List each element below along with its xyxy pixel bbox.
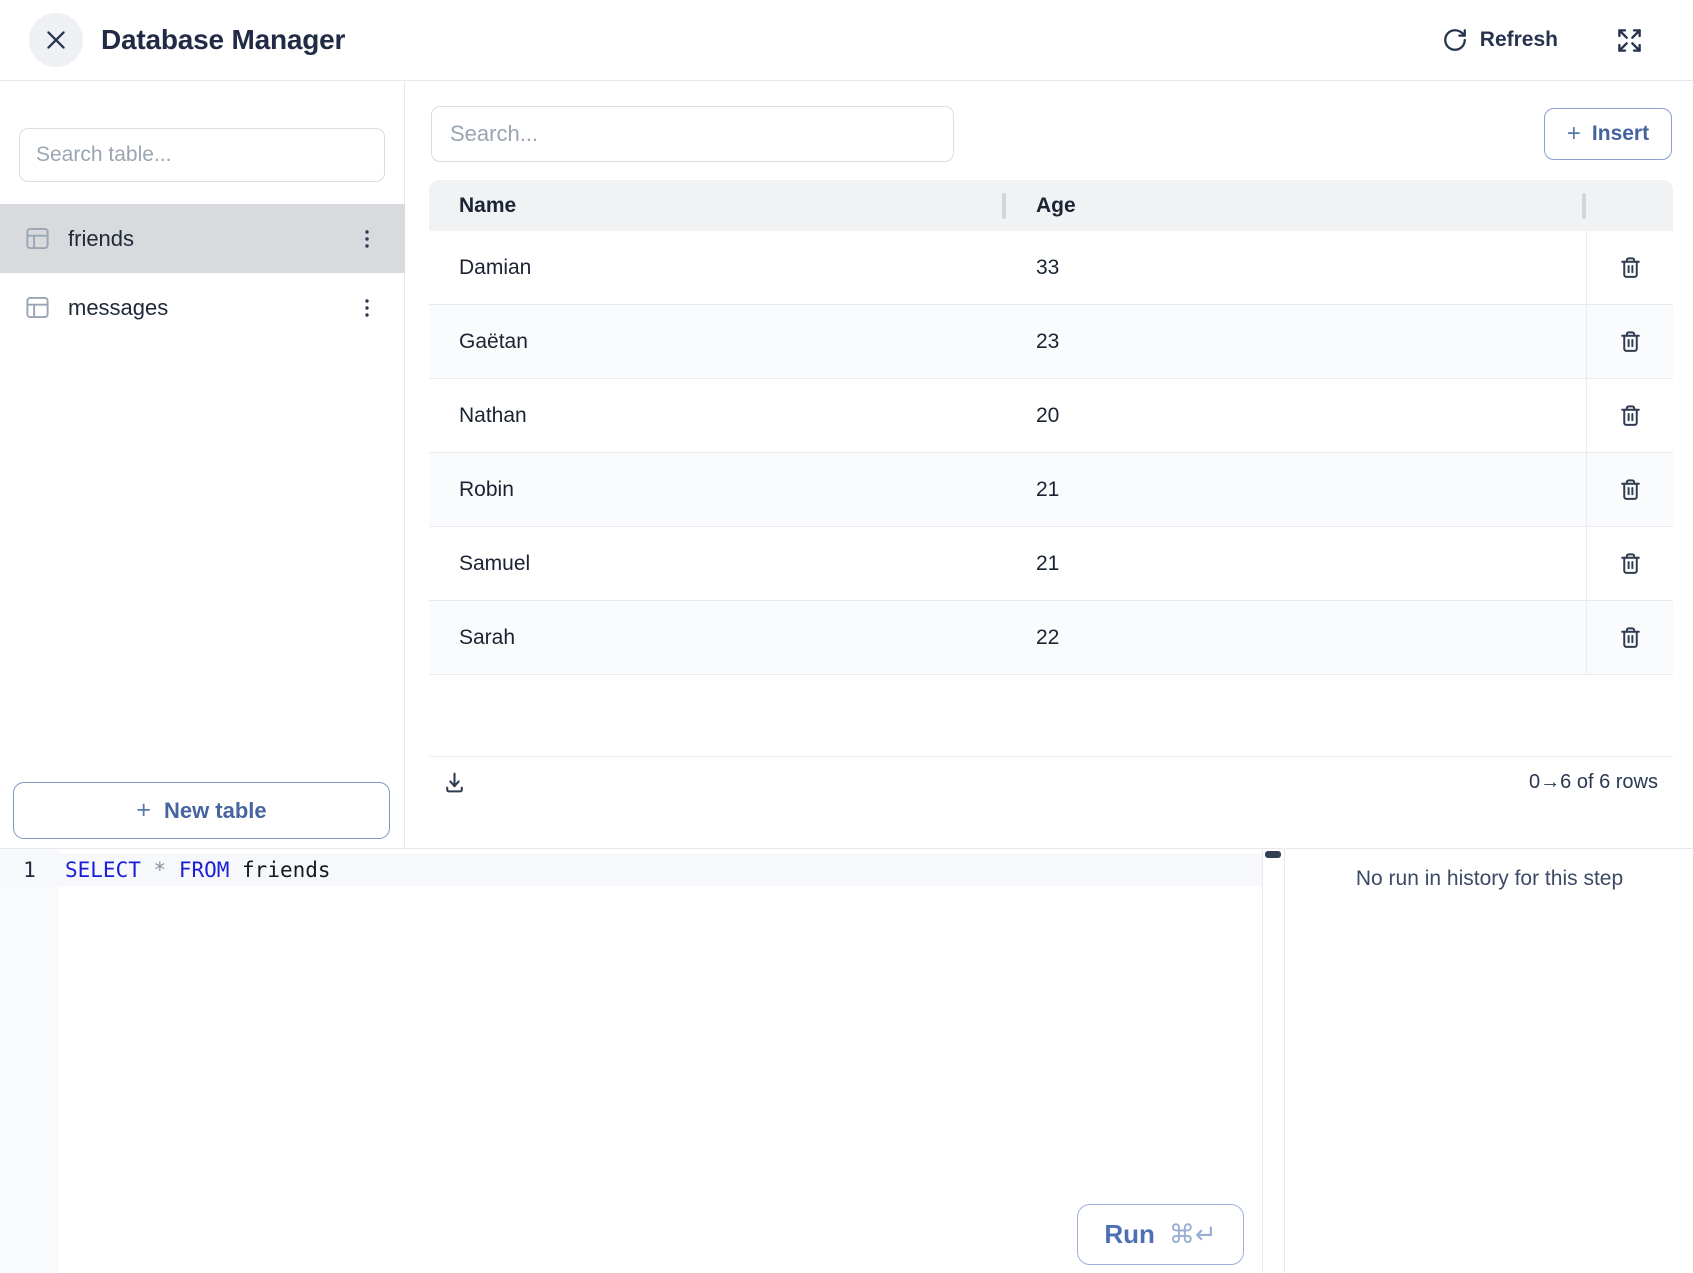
sql-token: *: [154, 858, 179, 882]
new-table-label: New table: [164, 798, 267, 824]
row-actions: [1586, 305, 1673, 378]
database-manager-app: Database Manager Refresh friendsm: [0, 0, 1693, 1273]
new-table-button[interactable]: + New table: [13, 782, 390, 839]
table-search-input[interactable]: [19, 128, 385, 182]
table-row[interactable]: Samuel21: [429, 527, 1673, 601]
trash-icon: [1618, 477, 1643, 502]
cell-age: 20: [1004, 379, 1586, 452]
table-footer: 0→6 of 6 rows: [429, 757, 1673, 807]
table-row[interactable]: Damian33: [429, 231, 1673, 305]
cell-name: Sarah: [429, 601, 1004, 674]
row-actions: [1586, 379, 1673, 452]
cell-age: 33: [1004, 231, 1586, 304]
row-actions: [1586, 527, 1673, 600]
table-row[interactable]: Sarah22: [429, 601, 1673, 675]
table-icon: [24, 294, 51, 321]
insert-button[interactable]: + Insert: [1544, 108, 1672, 160]
trash-icon: [1618, 329, 1643, 354]
page-title: Database Manager: [101, 24, 345, 56]
column-resize-handle[interactable]: [1002, 193, 1006, 219]
line-number: 1: [0, 858, 59, 882]
close-icon: [43, 27, 69, 53]
table-list: friends messages: [0, 204, 405, 342]
refresh-icon: [1442, 27, 1468, 53]
expand-icon: [1616, 27, 1643, 54]
refresh-label: Refresh: [1480, 28, 1558, 52]
cell-name: Samuel: [429, 527, 1004, 600]
editor-scrollbar-track[interactable]: [1262, 849, 1284, 1273]
trash-icon: [1618, 403, 1643, 428]
sql-token: friends: [242, 858, 331, 882]
cell-name: Robin: [429, 453, 1004, 526]
kebab-menu-icon[interactable]: [355, 296, 379, 320]
close-button[interactable]: [29, 13, 83, 67]
delete-row-button[interactable]: [1612, 471, 1649, 508]
fullscreen-button[interactable]: [1616, 27, 1643, 54]
delete-row-button[interactable]: [1612, 619, 1649, 656]
column-header-name[interactable]: Name: [429, 194, 1004, 218]
row-actions: [1586, 231, 1673, 304]
data-table: Name Age Damian33Gaëtan23Nathan20Robin21…: [429, 180, 1673, 808]
cell-name: Gaëtan: [429, 305, 1004, 378]
sidebar-item-messages[interactable]: messages: [0, 273, 405, 342]
trash-icon: [1618, 625, 1643, 650]
sql-token: FROM: [179, 858, 242, 882]
cell-age: 23: [1004, 305, 1586, 378]
plus-icon: +: [136, 796, 151, 825]
trash-icon: [1618, 551, 1643, 576]
main-content: + Insert Name Age Damian33Gaëtan23Nathan…: [406, 82, 1693, 847]
trash-icon: [1618, 255, 1643, 280]
cell-age: 21: [1004, 527, 1586, 600]
row-actions: [1586, 601, 1673, 674]
cell-age: 21: [1004, 453, 1586, 526]
code-line-content: SELECT * FROM friends: [65, 858, 331, 882]
table-row[interactable]: Nathan20: [429, 379, 1673, 453]
plus-icon: +: [1567, 120, 1581, 148]
table-header-row: Name Age: [429, 180, 1673, 231]
delete-row-button[interactable]: [1612, 249, 1649, 286]
download-icon: [442, 770, 467, 795]
cell-age: 22: [1004, 601, 1586, 674]
top-bar: Database Manager Refresh: [0, 0, 1693, 81]
table-body: Damian33Gaëtan23Nathan20Robin21Samuel21S…: [429, 231, 1673, 675]
column-header-age[interactable]: Age: [1004, 194, 1586, 218]
sidebar: friends messages + New table: [0, 82, 405, 847]
cmd-enter-shortcut-icon: ⌘↵: [1169, 1220, 1217, 1250]
editor-gutter: [0, 849, 59, 1273]
sidebar-item-friends[interactable]: friends: [0, 204, 405, 273]
export-button[interactable]: [438, 766, 471, 799]
code-line[interactable]: 1 SELECT * FROM friends: [0, 854, 1262, 886]
table-row[interactable]: Robin21: [429, 453, 1673, 527]
table-name: friends: [68, 226, 134, 252]
rows-search-input[interactable]: [431, 106, 954, 162]
delete-row-button[interactable]: [1612, 397, 1649, 434]
sql-token: SELECT: [65, 858, 154, 882]
top-bar-actions: Refresh: [1442, 27, 1643, 54]
table-row[interactable]: Gaëtan23: [429, 305, 1673, 379]
sql-editor[interactable]: 1 SELECT * FROM friends Run ⌘↵: [0, 848, 1285, 1273]
run-button[interactable]: Run ⌘↵: [1077, 1204, 1244, 1265]
column-resize-handle[interactable]: [1582, 193, 1586, 219]
kebab-menu-icon[interactable]: [355, 227, 379, 251]
editor-scrollbar-thumb[interactable]: [1265, 851, 1281, 858]
table-name: messages: [68, 295, 168, 321]
refresh-button[interactable]: Refresh: [1442, 27, 1558, 53]
history-empty-message: No run in history for this step: [1286, 867, 1693, 891]
insert-label: Insert: [1592, 122, 1649, 146]
run-history-panel: No run in history for this step: [1286, 848, 1693, 1273]
cell-name: Damian: [429, 231, 1004, 304]
row-actions: [1586, 453, 1673, 526]
table-icon: [24, 225, 51, 252]
delete-row-button[interactable]: [1612, 545, 1649, 582]
run-label: Run: [1104, 1219, 1155, 1250]
empty-row: [429, 675, 1673, 757]
cell-name: Nathan: [429, 379, 1004, 452]
delete-row-button[interactable]: [1612, 323, 1649, 360]
row-count-status: 0→6 of 6 rows: [1529, 771, 1658, 794]
